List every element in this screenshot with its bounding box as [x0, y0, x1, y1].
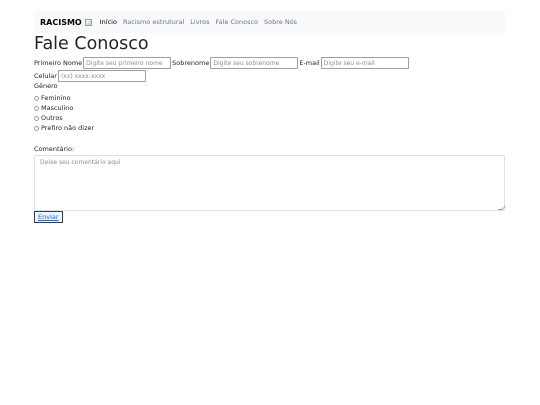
email-label: E-mail: [299, 59, 320, 67]
page-title: Fale Conosco: [34, 34, 149, 54]
gender-option-label: Outros: [41, 114, 63, 122]
gender-option-label: Prefiro não dizer: [41, 124, 95, 132]
gender-label-row: Gênero: [34, 82, 58, 90]
last-name-field[interactable]: [210, 57, 299, 69]
phone-label: Celular: [34, 72, 57, 80]
email-field[interactable]: [320, 57, 409, 69]
comment-textarea[interactable]: [34, 155, 505, 211]
gender-label: Gênero: [34, 82, 58, 90]
broken-image-icon: [84, 18, 92, 26]
gender-option-outros[interactable]: Outros: [34, 114, 63, 122]
last-name-label: Sobrenome: [172, 59, 210, 67]
submit-button[interactable]: Enviar: [34, 211, 63, 223]
nav-link-fale-conosco[interactable]: Fale Conosco: [215, 18, 258, 26]
comment-label: Comentário:: [34, 145, 75, 153]
gender-option-label: Masculino: [41, 104, 74, 112]
nav-links: Início Racismo estrutural Livros Fale Co…: [100, 18, 303, 26]
phone-field[interactable]: [57, 70, 146, 82]
nav-link-sobre-nos[interactable]: Sobre Nós: [264, 18, 297, 26]
brand-logo[interactable]: RACISMO: [40, 18, 92, 27]
first-name-field[interactable]: [83, 57, 172, 69]
gender-option-label: Feminino: [41, 94, 71, 102]
gender-option-feminino[interactable]: Feminino: [34, 94, 71, 102]
gender-option-prefiro-nao-dizer[interactable]: Prefiro não dizer: [34, 124, 94, 132]
radio-button[interactable]: [34, 105, 39, 111]
radio-button[interactable]: [34, 115, 39, 121]
navbar: RACISMO Início Racismo estrutural Livros…: [34, 11, 505, 33]
brand-label[interactable]: RACISMO: [40, 18, 82, 27]
nav-link-racismo-estrutural[interactable]: Racismo estrutural: [123, 18, 184, 26]
radio-button[interactable]: [34, 95, 39, 101]
gender-option-masculino[interactable]: Masculino: [34, 104, 73, 112]
nav-link-livros[interactable]: Livros: [190, 18, 209, 26]
phone-row: Celular: [34, 70, 147, 82]
comment-label-row: Comentário:: [34, 145, 74, 153]
first-name-label: Primeiro Nome: [34, 59, 83, 67]
name-email-row: Primeiro Nome Sobrenome E-mail: [34, 57, 410, 69]
radio-button[interactable]: [34, 125, 39, 131]
nav-link-inicio[interactable]: Início: [100, 18, 117, 26]
